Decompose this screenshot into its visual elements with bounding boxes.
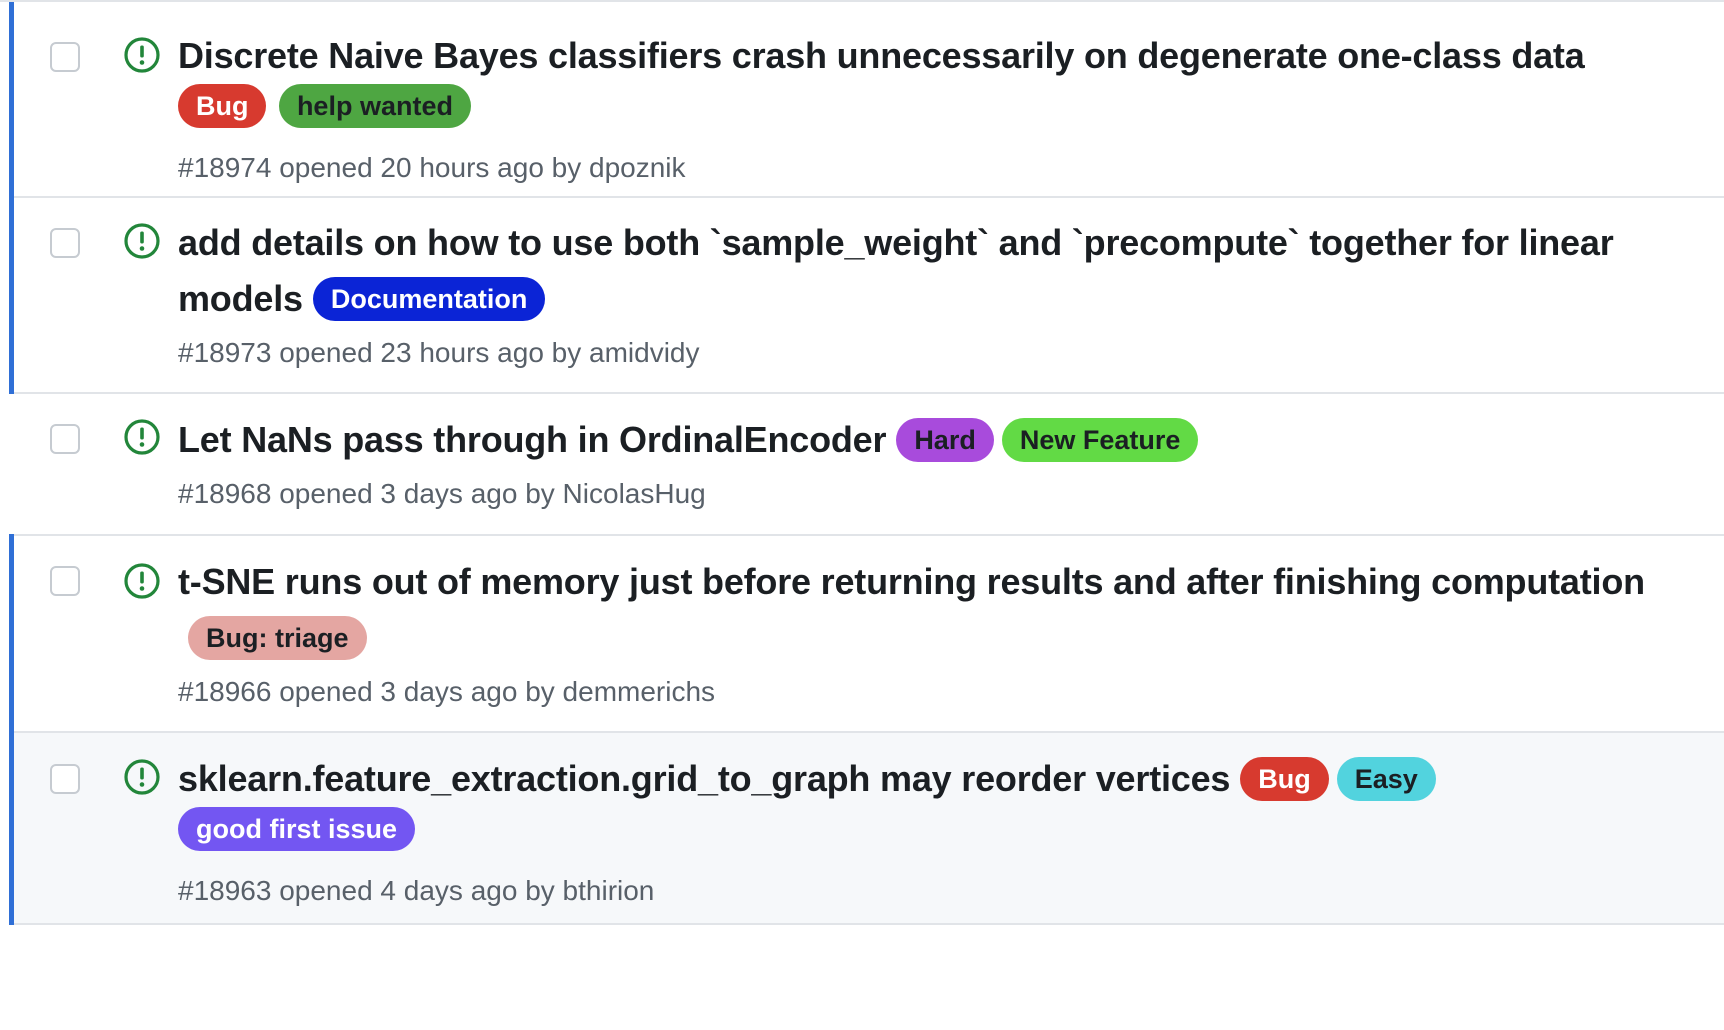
issue-title-link[interactable]: sklearn.feature_extraction.grid_to_graph… — [178, 758, 1230, 799]
labels-overflow: good first issue — [178, 807, 1694, 865]
issue-list: Discrete Naive Bayes classifiers crash u… — [0, 0, 1724, 1030]
labels: Documentation — [303, 277, 546, 321]
labels: Bug Easy — [1230, 757, 1436, 801]
issue-row[interactable]: t-SNE runs out of memory just before ret… — [9, 534, 1724, 733]
issue-title-link[interactable]: t-SNE runs out of memory just before ret… — [178, 561, 1645, 602]
issue-meta: #18966 opened 3 days ago by demmerichs — [178, 676, 716, 707]
labels: Bug help wanted — [178, 84, 1694, 142]
select-checkbox[interactable] — [50, 566, 80, 596]
label-bug-triage[interactable]: Bug: triage — [188, 616, 367, 660]
label-good-first-issue[interactable]: good first issue — [178, 807, 416, 851]
label-help-wanted[interactable]: help wanted — [278, 84, 471, 128]
issue-meta: #18973 opened 23 hours ago by amidvidy — [178, 337, 700, 368]
select-checkbox[interactable] — [50, 764, 80, 794]
issue-opened-icon — [124, 37, 160, 73]
label-easy[interactable]: Easy — [1336, 757, 1436, 801]
label-bug[interactable]: Bug — [178, 84, 267, 128]
issue-row[interactable]: sklearn.feature_extraction.grid_to_graph… — [9, 731, 1724, 925]
issue-row[interactable]: add details on how to use both `sample_w… — [9, 196, 1724, 394]
label-bug[interactable]: Bug — [1240, 757, 1329, 801]
labels: Bug: triage — [178, 616, 367, 660]
issue-opened-icon — [124, 759, 160, 795]
issue-meta: #18974 opened 20 hours ago by dpoznik — [178, 152, 686, 183]
issue-row[interactable]: Discrete Naive Bayes classifiers crash u… — [9, 2, 1724, 198]
select-checkbox[interactable] — [50, 42, 80, 72]
issue-title-link[interactable]: Discrete Naive Bayes classifiers crash u… — [178, 35, 1585, 76]
issue-row[interactable]: Let NaNs pass through in OrdinalEncoder H… — [10, 394, 1724, 536]
issue-opened-icon — [124, 223, 160, 259]
issue-title-link[interactable]: Let NaNs pass through in OrdinalEncoder — [178, 419, 887, 460]
issue-meta: #18968 opened 3 days ago by NicolasHug — [178, 478, 706, 509]
label-documentation[interactable]: Documentation — [312, 277, 546, 321]
issue-opened-icon — [124, 419, 160, 455]
issue-opened-icon — [124, 563, 160, 599]
issue-meta: #18963 opened 4 days ago by bthirion — [178, 875, 655, 906]
select-checkbox[interactable] — [50, 228, 80, 258]
select-checkbox[interactable] — [50, 424, 80, 454]
label-hard[interactable]: Hard — [896, 418, 994, 462]
labels: Hard New Feature — [886, 418, 1199, 462]
label-new-feature[interactable]: New Feature — [1001, 418, 1199, 462]
